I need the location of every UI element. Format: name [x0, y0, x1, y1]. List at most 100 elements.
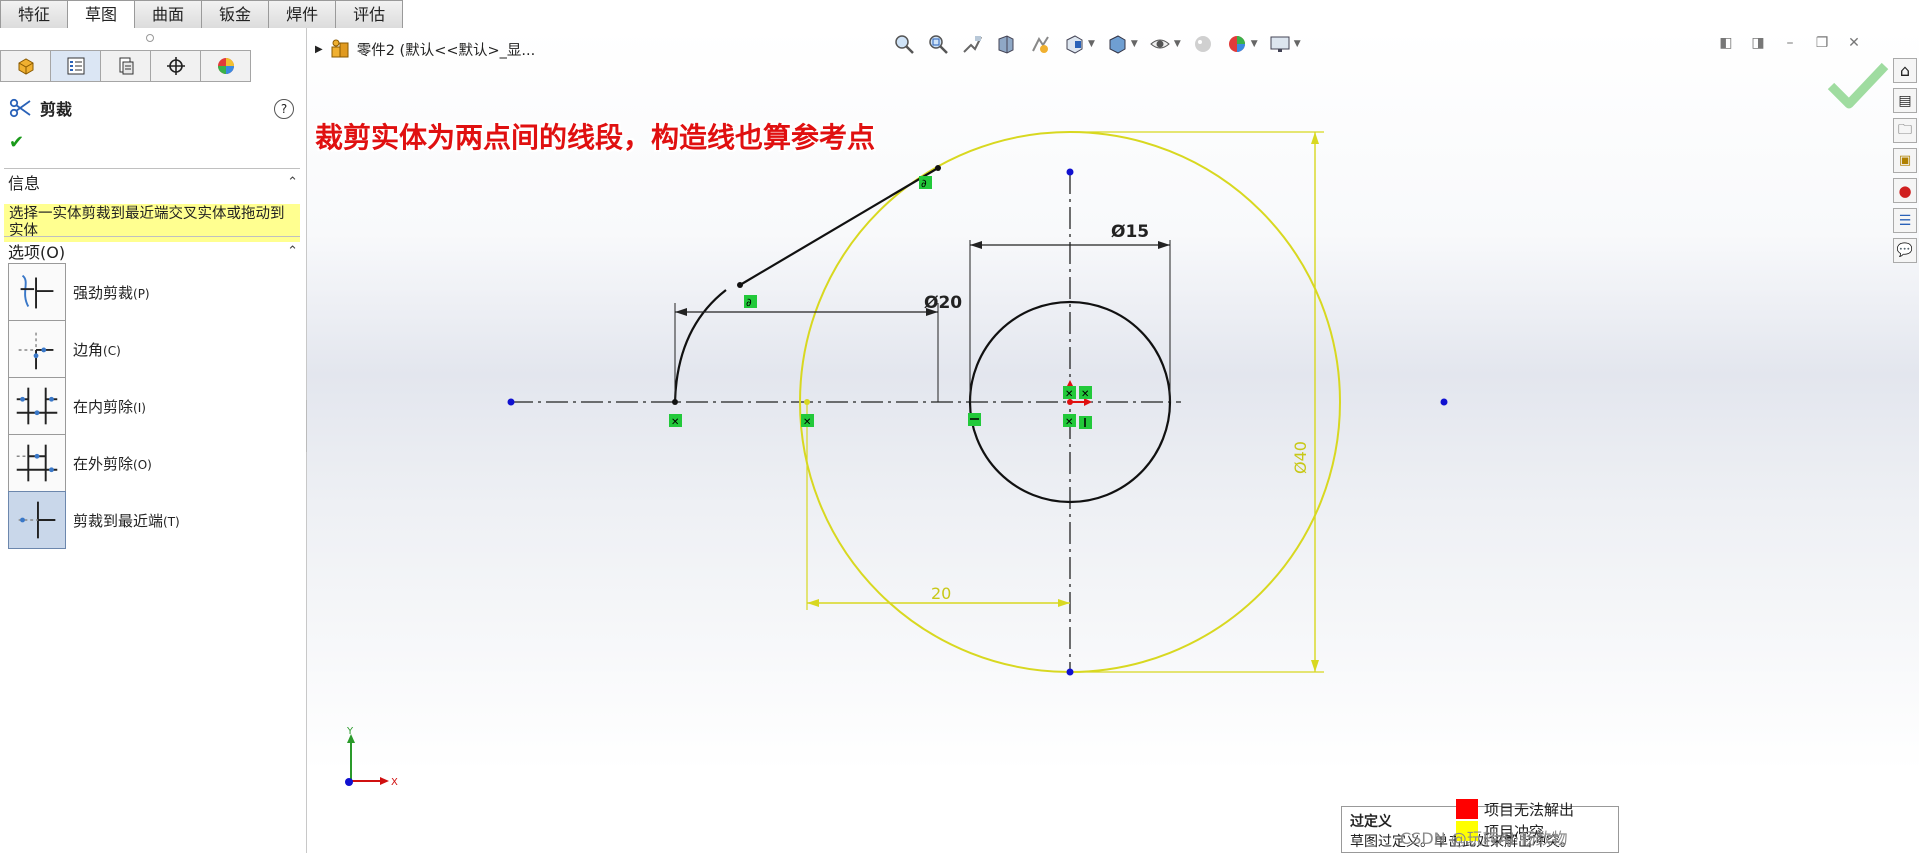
zoom-to-area-button[interactable]	[926, 32, 950, 56]
custom-properties-tab[interactable]: ☰	[1893, 208, 1917, 233]
dimension-label-linear20[interactable]: 20	[931, 584, 951, 603]
graphics-area[interactable]: Ø20 Ø15 Ø40 20 ∂ ∂ ✕ ✕ ✕ ✕ ✕ Y X ▶ 零件2 (…	[307, 28, 1919, 853]
minimize-button[interactable]: –	[1781, 34, 1799, 52]
relation-icon[interactable]: ✕	[1079, 386, 1092, 400]
edit-appearance-icon	[1194, 36, 1211, 52]
legend-label: 项目无法解出	[1484, 800, 1575, 819]
option-trim-to-closest[interactable]: 剪裁到最近端(T)	[8, 490, 268, 550]
file-explorer-tab[interactable]: 🗀	[1893, 118, 1917, 143]
section-view-button[interactable]	[994, 32, 1018, 56]
trim-away-outside-icon	[8, 434, 66, 492]
display-manager-tab[interactable]	[201, 50, 251, 82]
arrow-head	[970, 241, 982, 249]
dimxpert-manager-tab[interactable]	[151, 50, 201, 82]
relation-icon[interactable]	[968, 413, 981, 426]
dropdown-arrow-icon[interactable]: ▼	[1251, 39, 1258, 49]
svg-text:X: X	[391, 777, 398, 788]
property-manager-title: 剪裁	[8, 96, 72, 120]
forum-tab[interactable]: 💬	[1893, 238, 1917, 263]
edit-appearance-button[interactable]	[1191, 32, 1215, 56]
confirmation-corner[interactable]	[1827, 58, 1889, 114]
sketch-tangent-line[interactable]	[739, 167, 939, 286]
display-manager-icon	[217, 58, 234, 74]
dynamic-annotation-icon	[1032, 36, 1049, 53]
solidworks-resources-tab[interactable]: ⌂	[1893, 58, 1917, 83]
restore-left-button[interactable]: ◧	[1717, 34, 1735, 52]
hide-show-items-button[interactable]	[1148, 32, 1172, 56]
tab-surfaces[interactable]: 曲面	[135, 0, 203, 29]
option-label: 边角(C)	[73, 340, 121, 359]
dropdown-arrow-icon[interactable]: ▼	[1131, 39, 1138, 49]
dynamic-annotation-button[interactable]	[1028, 32, 1052, 56]
dropdown-arrow-icon[interactable]: ▼	[1294, 39, 1301, 49]
view-palette-tab[interactable]: ▣	[1893, 148, 1917, 173]
manager-tabs	[0, 50, 251, 82]
dimension-label-d20[interactable]: Ø20	[924, 293, 962, 313]
apply-scene-button[interactable]	[1225, 32, 1249, 56]
tab-features[interactable]: 特征	[0, 0, 69, 29]
endpoint[interactable]	[737, 282, 743, 288]
display-style-button[interactable]	[1105, 32, 1129, 56]
properties-list-icon: ☰	[1898, 212, 1912, 229]
ok-button[interactable]: ✔	[9, 132, 24, 153]
power-trim-icon	[8, 263, 66, 321]
relation-icon[interactable]: ✕	[669, 414, 682, 428]
dropdown-arrow-icon[interactable]: ▼	[1088, 39, 1095, 49]
option-trim-away-inside[interactable]: 在内剪除(I)	[8, 376, 268, 436]
appearances-tab[interactable]: ●	[1893, 178, 1917, 203]
option-trim-away-outside[interactable]: 在外剪除(O)	[8, 433, 268, 493]
view-palette-icon: ▣	[1898, 153, 1912, 168]
relation-icon[interactable]: ∂	[919, 176, 932, 190]
panel-splitter-handle[interactable]	[146, 34, 154, 42]
previous-view-button[interactable]	[960, 32, 984, 56]
endpoint[interactable]	[1066, 168, 1074, 176]
tab-sketch[interactable]: 草图	[68, 0, 136, 29]
endpoint[interactable]	[935, 165, 941, 171]
endpoint[interactable]	[1066, 668, 1074, 676]
relation-icon[interactable]: ✕	[1063, 414, 1076, 428]
option-label: 强劲剪裁(P)	[73, 283, 150, 302]
part-name[interactable]: 零件2 (默认<<默认>_显...	[357, 39, 536, 60]
option-power-trim[interactable]: 强劲剪裁(P)	[8, 262, 268, 322]
dimension-label-d40[interactable]: Ø40	[1291, 441, 1310, 474]
option-corner[interactable]: 边角(C)	[8, 319, 268, 379]
info-section-header[interactable]: 信息 ⌃	[8, 171, 298, 193]
tutorial-annotation: 裁剪实体为两点间的线段，构造线也算参考点	[315, 121, 876, 154]
configuration-manager-tab[interactable]	[101, 50, 151, 82]
dimension-label-d15[interactable]: Ø15	[1111, 222, 1149, 242]
options-section-header[interactable]: 选项(O) ⌃	[8, 240, 298, 262]
close-button[interactable]: ✕	[1845, 34, 1863, 52]
monitor-icon	[1270, 36, 1290, 52]
restore-button[interactable]: ❐	[1813, 34, 1831, 52]
tab-evaluate[interactable]: 评估	[336, 0, 404, 29]
minimize-icon: –	[1786, 35, 1794, 51]
view-orientation-button[interactable]	[1062, 32, 1086, 56]
arrow-head	[1058, 599, 1070, 607]
expand-arrow-icon[interactable]: ▶	[315, 44, 323, 55]
relation-icon[interactable]: ✕	[801, 414, 814, 428]
endpoint[interactable]	[1440, 398, 1448, 406]
relation-icon[interactable]: ∂	[744, 295, 757, 309]
property-manager-tab[interactable]	[51, 50, 101, 82]
chevron-up-icon[interactable]: ⌃	[287, 244, 298, 259]
tab-weldments[interactable]: 焊件	[269, 0, 337, 29]
view-settings-button[interactable]	[1268, 32, 1292, 56]
design-library-tab[interactable]: ▤	[1893, 88, 1917, 113]
feature-manager-tab[interactable]	[0, 50, 51, 82]
restore-right-button[interactable]: ◨	[1749, 34, 1767, 52]
tab-sheet-metal[interactable]: 钣金	[202, 0, 270, 29]
section-view-icon	[998, 35, 1014, 54]
relation-icon[interactable]	[1079, 416, 1092, 429]
dropdown-arrow-icon[interactable]: ▼	[1174, 39, 1181, 49]
relation-icon[interactable]: ✕	[1063, 386, 1076, 400]
view-triad-icon: Y X	[345, 726, 398, 788]
sketch-arc-r20[interactable]	[673, 289, 727, 403]
zoom-to-fit-button[interactable]	[892, 32, 916, 56]
chevron-up-icon[interactable]: ⌃	[287, 175, 298, 190]
endpoint[interactable]	[804, 399, 810, 405]
endpoint[interactable]	[507, 398, 515, 406]
help-button[interactable]: ?	[274, 99, 294, 119]
endpoint[interactable]	[672, 399, 678, 405]
legend-item: 项目无法解出	[1456, 798, 1574, 820]
feature-tree-flyout[interactable]: ▶ 零件2 (默认<<默认>_显...	[315, 38, 535, 60]
